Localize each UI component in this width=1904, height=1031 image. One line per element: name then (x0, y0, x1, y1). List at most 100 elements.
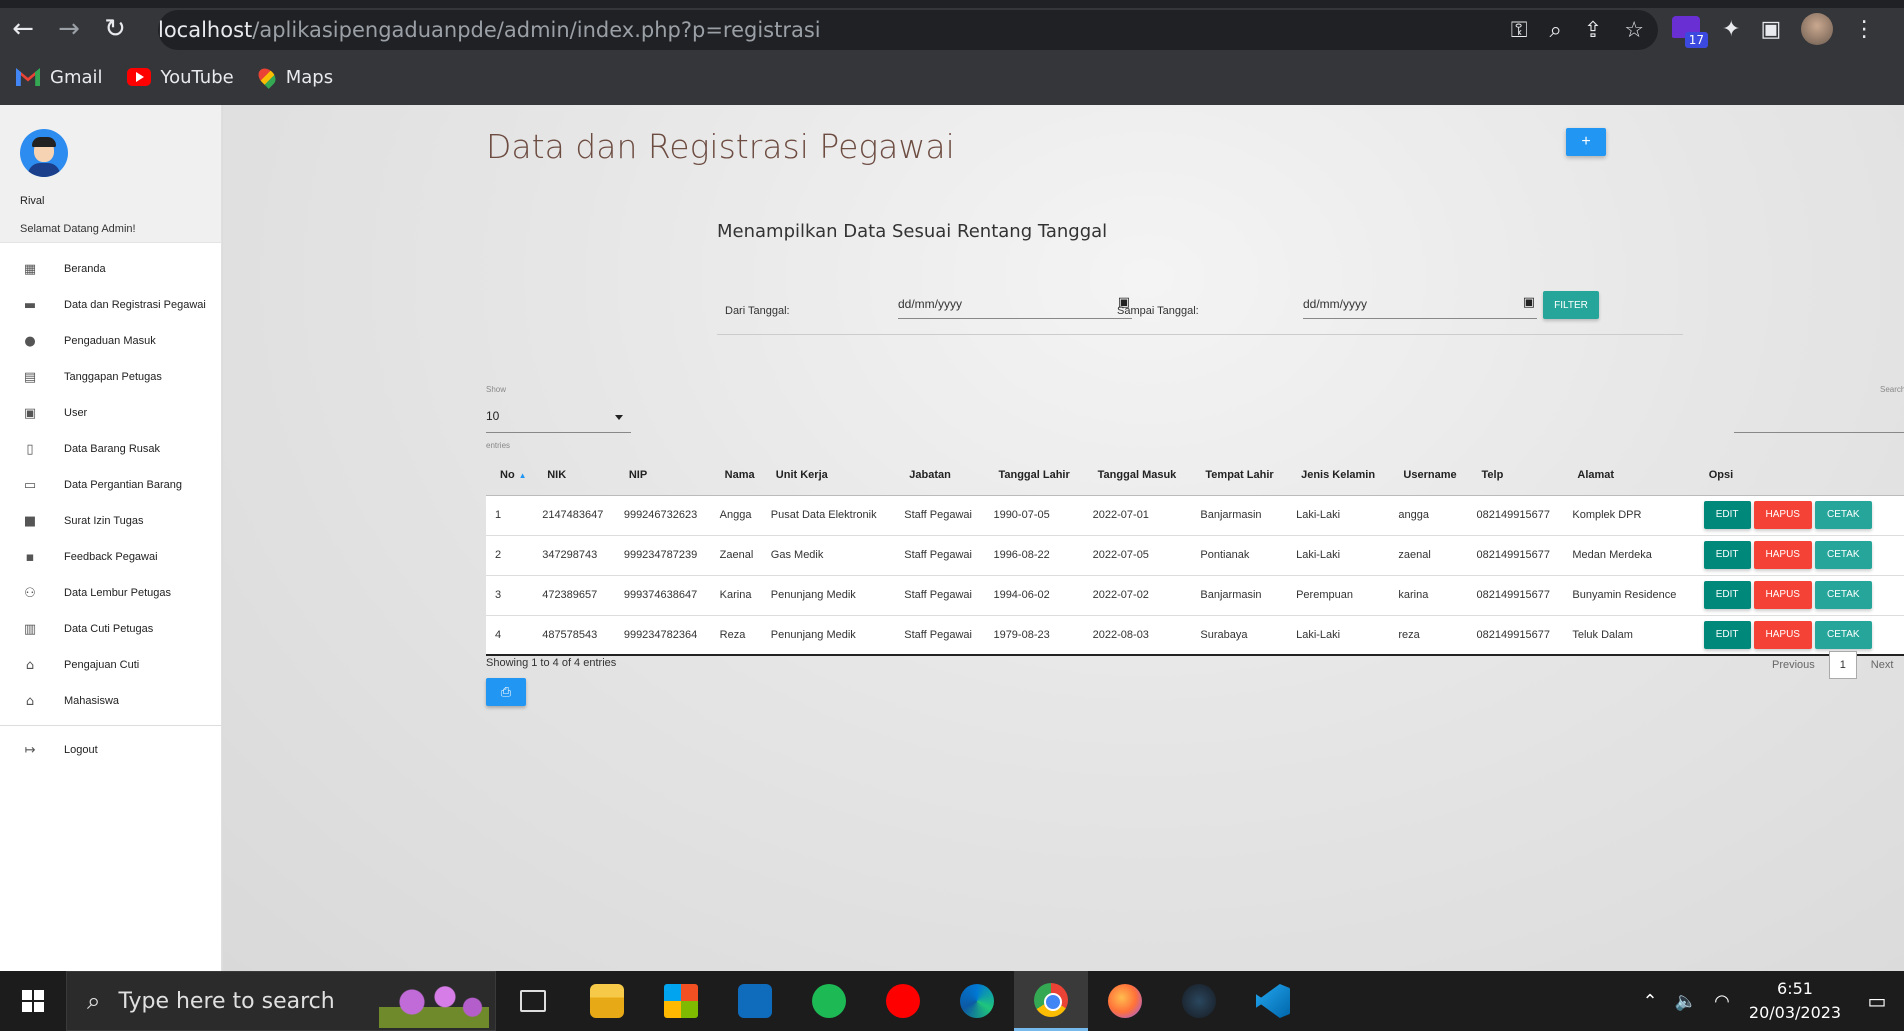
sidebar-item-tanggapan-petugas[interactable]: ▤ Tanggapan Petugas (0, 359, 221, 395)
taskbar-search[interactable]: ⌕ Type here to search (66, 971, 496, 1031)
edit-button[interactable]: EDIT (1703, 620, 1751, 649)
print-row-button[interactable]: CETAK (1814, 541, 1872, 569)
entries-per-page-select[interactable]: 10 (486, 401, 631, 433)
sidebar-item-lembur-petugas[interactable]: ⚇ Data Lembur Petugas (0, 575, 221, 611)
main-content: Data dan Registrasi Pegawai + Menampilka… (223, 105, 1904, 971)
taskbar-steam[interactable] (1162, 971, 1236, 1031)
taskbar-file-explorer[interactable] (570, 971, 644, 1031)
cell-no: 3 (486, 575, 534, 616)
taskbar-youtube-music[interactable] (866, 971, 940, 1031)
home-icon: ⌂ (25, 657, 35, 673)
print-row-button[interactable]: CETAK (1814, 620, 1872, 649)
welcome-text: Selamat Datang Admin! (20, 223, 136, 235)
zoom-icon[interactable]: ⌕ (1550, 18, 1562, 43)
table-info: Showing 1 to 4 of 4 entries (486, 657, 617, 669)
page-number-button[interactable]: 1 (1828, 651, 1857, 679)
share-icon[interactable]: ⇪ (1584, 18, 1602, 43)
taskview-button[interactable] (496, 971, 570, 1031)
taskbar-mail[interactable] (718, 971, 792, 1031)
bookmark-maps[interactable]: Maps (254, 65, 333, 89)
sidebar-item-registrasi-pegawai[interactable]: ▬ Data dan Registrasi Pegawai (0, 287, 221, 323)
forward-icon[interactable]: → (46, 8, 92, 50)
volume-icon[interactable]: 🔈 (1668, 991, 1704, 1012)
sidebar-item-barang-rusak[interactable]: ▯ Data Barang Rusak (0, 431, 221, 467)
url-text[interactable]: localhost/aplikasipengaduanpde/admin/ind… (158, 18, 821, 42)
clock[interactable]: 6:51 20/03/2023 (1740, 977, 1850, 1025)
bookmark-star-icon[interactable]: ☆ (1624, 18, 1644, 43)
search-input[interactable] (1734, 401, 1904, 433)
address-bar[interactable]: ⓘ localhost/aplikasipengaduanpde/admin/i… (158, 10, 1658, 590)
cell-tanggal-lahir: 1979-08-23 (984, 615, 1084, 656)
sort-asc-icon: ▲ (518, 470, 527, 480)
back-icon[interactable]: ← (0, 8, 46, 50)
column-header[interactable]: Jabatan (895, 455, 985, 496)
next-page-button[interactable]: Next (1871, 659, 1894, 671)
column-header[interactable]: No ▲ (486, 455, 534, 496)
edit-button[interactable]: EDIT (1703, 541, 1751, 569)
chevron-up-icon[interactable]: ⌃ (1632, 991, 1668, 1012)
user-icon: ▣ (23, 405, 37, 421)
wifi-icon[interactable]: ◠ (1704, 991, 1740, 1012)
dashboard-icon: ▦ (23, 261, 37, 277)
delete-button[interactable]: HAPUS (1753, 620, 1812, 649)
bookmark-youtube[interactable]: YouTube (126, 67, 234, 88)
key-icon[interactable]: ⚿ (1511, 18, 1528, 43)
column-header[interactable]: Jenis Kelamin (1287, 455, 1390, 496)
taskbar-spotify[interactable] (792, 971, 866, 1031)
column-header[interactable]: Unit Kerja (761, 455, 896, 496)
sidebar-item-logout[interactable]: ↦ Logout (0, 732, 221, 768)
print-button[interactable]: ⎙ (486, 678, 526, 706)
column-header[interactable]: NIP (614, 455, 711, 496)
sidebar-item-feedback-pegawai[interactable]: ▪ Feedback Pegawai (0, 539, 221, 575)
cell-no: 1 (486, 495, 534, 536)
column-header[interactable]: Alamat (1563, 455, 1695, 496)
sidebar-item-beranda[interactable]: ▦ Beranda (0, 251, 221, 287)
sidebar-item-pergantian-barang[interactable]: ▭ Data Pergantian Barang (0, 467, 221, 503)
cell-alamat: Teluk Dalam (1563, 615, 1695, 656)
from-date-label: Dari Tanggal: (725, 305, 790, 317)
start-button[interactable] (0, 971, 66, 1031)
sidebar-item-pengaduan-masuk[interactable]: ● Pengaduan Masuk (0, 323, 221, 359)
sidebar-item-mahasiswa[interactable]: ⌂ Mahasiswa (0, 683, 221, 719)
extensions-puzzle-icon[interactable]: ✦ (1722, 17, 1740, 42)
notification-icon[interactable]: ▭ (1850, 989, 1904, 1013)
print-row-button[interactable]: CETAK (1814, 501, 1872, 529)
delete-button[interactable]: HAPUS (1753, 541, 1812, 569)
previous-page-button[interactable]: Previous (1772, 659, 1815, 671)
to-date-input[interactable]: dd/mm/yyyy ▣ (1303, 289, 1537, 319)
edit-button[interactable]: EDIT (1703, 501, 1751, 529)
column-header[interactable]: Tanggal Masuk (1083, 455, 1192, 496)
add-employee-button[interactable]: + (1566, 128, 1606, 156)
column-header[interactable]: NIK (533, 455, 615, 496)
column-header[interactable]: Tanggal Lahir (984, 455, 1084, 496)
column-header[interactable]: Username (1389, 455, 1468, 496)
menu-kebab-icon[interactable]: ⋮ (1853, 17, 1875, 42)
sidebar-item-surat-izin-tugas[interactable]: ■ Surat Izin Tugas (0, 503, 221, 539)
bookmark-gmail[interactable]: Gmail (16, 67, 103, 88)
column-header[interactable]: Tempat Lahir (1191, 455, 1288, 496)
from-date-input[interactable]: dd/mm/yyyy ▣ (898, 289, 1132, 319)
edit-button[interactable]: EDIT (1703, 581, 1751, 609)
calendar-icon[interactable]: ▣ (1523, 295, 1535, 310)
delete-button[interactable]: HAPUS (1753, 581, 1812, 609)
cell-unit-kerja: Pusat Data Elektronik (761, 495, 896, 536)
filter-button[interactable]: FILTER (1543, 291, 1599, 319)
taskbar-chrome[interactable] (1014, 971, 1088, 1031)
delete-button[interactable]: HAPUS (1753, 501, 1812, 529)
sidebar-item-pengajuan-cuti[interactable]: ⌂ Pengajuan Cuti (0, 647, 221, 683)
sidebar-item-cuti-petugas[interactable]: ▥ Data Cuti Petugas (0, 611, 221, 647)
reload-icon[interactable]: ↻ (92, 8, 138, 50)
taskbar-vscode[interactable] (1236, 971, 1310, 1031)
logout-icon: ↦ (24, 742, 36, 758)
extension-badge-icon[interactable]: 17 (1672, 14, 1708, 48)
cell-username: reza (1389, 615, 1468, 656)
taskbar-firefox[interactable] (1088, 971, 1162, 1031)
side-panel-icon[interactable]: ▣ (1760, 17, 1781, 42)
column-header[interactable]: Telp (1467, 455, 1564, 496)
taskbar-store[interactable] (644, 971, 718, 1031)
profile-avatar[interactable] (1801, 13, 1834, 45)
taskbar-edge[interactable] (940, 971, 1014, 1031)
sidebar-item-user[interactable]: ▣ User (0, 395, 221, 431)
print-row-button[interactable]: CETAK (1814, 581, 1872, 609)
column-header[interactable]: Nama (710, 455, 762, 496)
